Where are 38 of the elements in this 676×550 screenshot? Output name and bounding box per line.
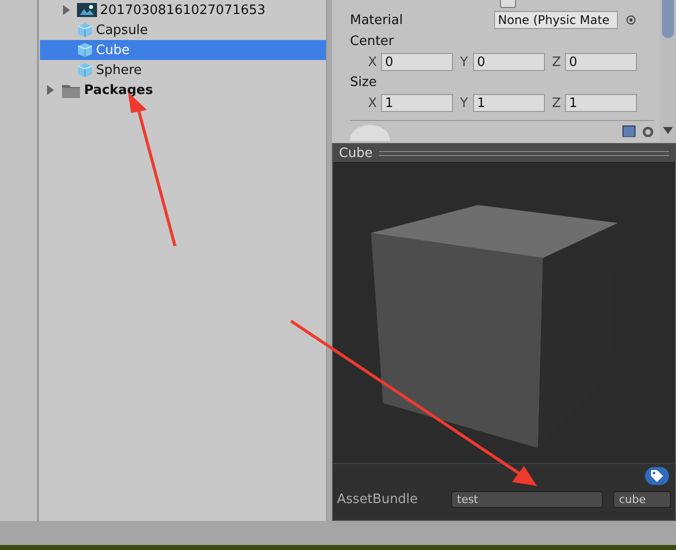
material-label: Material [350, 12, 404, 28]
axis-label: X [368, 96, 378, 110]
cube-icon [77, 42, 93, 58]
cube-icon [77, 62, 93, 78]
scroll-thumb[interactable] [662, 0, 674, 38]
scrollbar[interactable] [660, 0, 676, 143]
hierarchy-item[interactable]: 20170308161027071653 [40, 0, 326, 20]
vector-label: Center [350, 33, 395, 51]
preview-title: Cube [339, 146, 373, 160]
cube-icon [77, 22, 93, 38]
vector-label: Size [350, 74, 378, 92]
number-field[interactable]: 1 [473, 94, 545, 112]
asset-bundle-label: AssetBundle [337, 492, 419, 507]
expand-arrow-icon[interactable] [46, 85, 55, 95]
label-tag-button[interactable] [645, 467, 669, 485]
number-field[interactable]: 1 [381, 94, 453, 112]
folder-icon [62, 82, 80, 98]
tag-icon [650, 469, 664, 483]
hierarchy-item[interactable]: Sphere [40, 60, 326, 80]
axis-label: Y [460, 96, 469, 110]
number-field[interactable]: 1 [565, 94, 637, 112]
image-thumbnail-icon [77, 3, 97, 17]
scroll-down-arrow-icon[interactable] [663, 127, 673, 134]
number-field[interactable]: 0 [565, 53, 637, 71]
asset-bundle-dropdown[interactable]: test [451, 491, 603, 508]
axis-label: Y [460, 54, 469, 70]
hierarchy-item[interactable]: Capsule [40, 20, 326, 40]
variant-dropdown[interactable]: cube [613, 491, 671, 508]
packages-folder-item[interactable]: Packages [40, 80, 326, 100]
axis-label: Z [552, 54, 562, 70]
axis-label: Z [552, 96, 562, 110]
expand-arrow-icon[interactable] [62, 5, 71, 15]
number-field[interactable]: 0 [381, 53, 453, 71]
hierarchy-item[interactable]: Cube [40, 40, 326, 60]
object-picker-icon[interactable] [626, 15, 636, 25]
axis-label: X [368, 54, 378, 70]
number-field[interactable]: 0 [473, 53, 545, 71]
material-field[interactable]: None (Physic Mate [494, 11, 618, 29]
